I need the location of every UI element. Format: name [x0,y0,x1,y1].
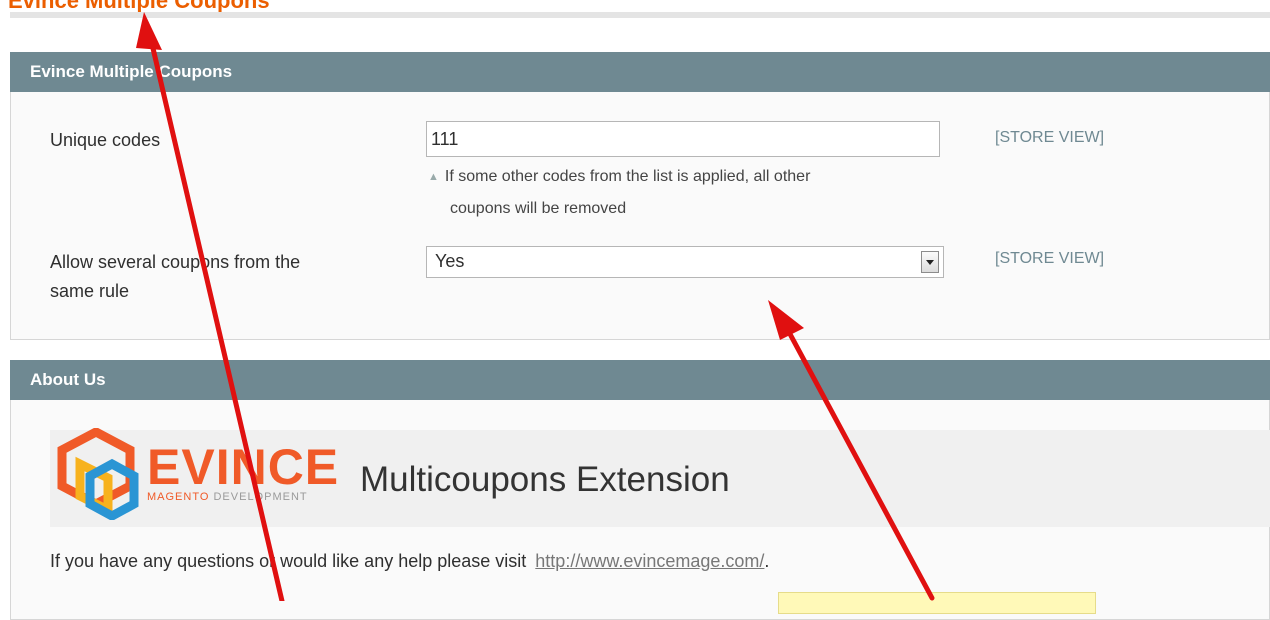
unique-codes-input[interactable] [426,121,940,157]
about-banner: EVINCE MAGENTO DEVELOPMENT Multicoupons … [50,428,1270,527]
unique-codes-scope: [STORE VIEW] [995,129,1105,146]
about-help-text: If you have any questions or would like … [50,551,770,571]
page-header-strip: Evince Multiple Coupons [0,0,1270,12]
select-value: Yes [435,251,465,271]
hint-arrow-icon: ▲ [428,171,439,183]
allow-several-label: Allow several coupons from the same rule [50,252,301,301]
evince-logo-icon [57,428,139,520]
unique-codes-hint: ▲ If some other codes from the list is ap… [428,161,928,225]
section-header-about[interactable]: About Us [10,360,1270,400]
banner-title: Multicoupons Extension [360,460,730,499]
page-title: Evince Multiple Coupons [8,0,270,12]
allow-several-select[interactable]: Yes [426,246,944,278]
tooltip-note [778,592,1096,614]
logo-tagline: MAGENTO DEVELOPMENT [147,491,308,503]
evince-website-link[interactable]: http://www.evincemage.com/ [535,551,764,571]
allow-several-scope: [STORE VIEW] [995,250,1105,267]
unique-codes-label: Unique codes [50,130,161,150]
logo-wordmark: EVINCE [147,439,340,495]
select-dropdown-icon[interactable] [921,251,939,273]
section-header-coupons[interactable]: Evince Multiple Coupons [10,52,1270,92]
header-divider [10,12,1270,18]
